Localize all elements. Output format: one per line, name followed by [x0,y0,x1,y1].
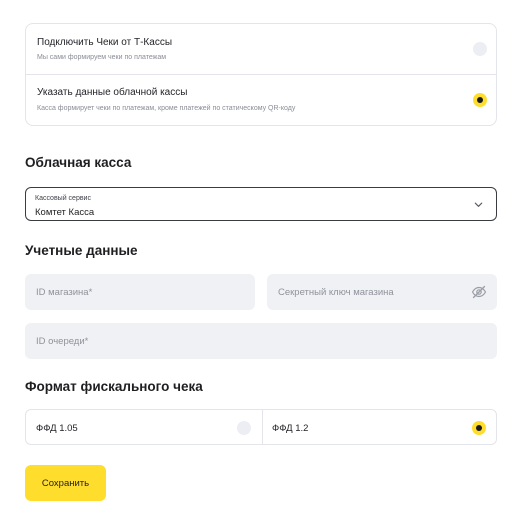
fiscal-format-heading: Формат фискального чека [25,379,203,394]
radio-button-selected[interactable] [472,421,486,435]
shop-id-input[interactable]: ID магазина* [25,274,255,310]
secret-key-placeholder: Секретный ключ магазина [278,287,394,298]
eye-off-icon[interactable] [471,284,487,300]
option-title: Подключить Чеки от Т-Кассы [37,37,173,48]
shop-id-placeholder: ID магазина* [36,287,93,298]
queue-id-placeholder: ID очереди* [36,336,89,347]
select-value: Комтет Касса [35,207,95,218]
receipt-source-options: Подключить Чеки от Т-Кассы Мы сами форми… [25,23,497,126]
option-cloud-register[interactable]: Указать данные облачной кассы Касса форм… [26,74,496,126]
radio-button-selected[interactable] [473,93,487,107]
secret-key-input[interactable]: Секретный ключ магазина [267,274,497,310]
option-label: ФФД 1.05 [36,423,78,434]
radio-button[interactable] [237,421,251,435]
queue-id-input[interactable]: ID очереди* [25,323,497,359]
chevron-down-icon [474,202,483,207]
select-label: Кассовый сервис [35,195,91,202]
option-subtitle: Мы сами формируем чеки по платежам [37,54,167,61]
save-button[interactable]: Сохранить [25,465,106,501]
option-title: Указать данные облачной кассы [37,87,188,98]
option-label: ФФД 1.2 [272,423,309,434]
cloud-register-heading: Облачная касса [25,155,132,170]
register-service-select[interactable]: Кассовый сервис Комтет Касса [25,187,497,221]
radio-button[interactable] [473,42,487,56]
credentials-heading: Учетные данные [25,243,138,258]
option-subtitle: Касса формирует чеки по платежам, кроме … [37,105,296,112]
option-tkassa-receipts[interactable]: Подключить Чеки от Т-Кассы Мы сами форми… [26,24,496,74]
option-ffd-105[interactable]: ФФД 1.05 [26,410,262,444]
fiscal-format-options: ФФД 1.05 ФФД 1.2 [25,409,497,445]
option-ffd-12[interactable]: ФФД 1.2 [263,410,498,444]
